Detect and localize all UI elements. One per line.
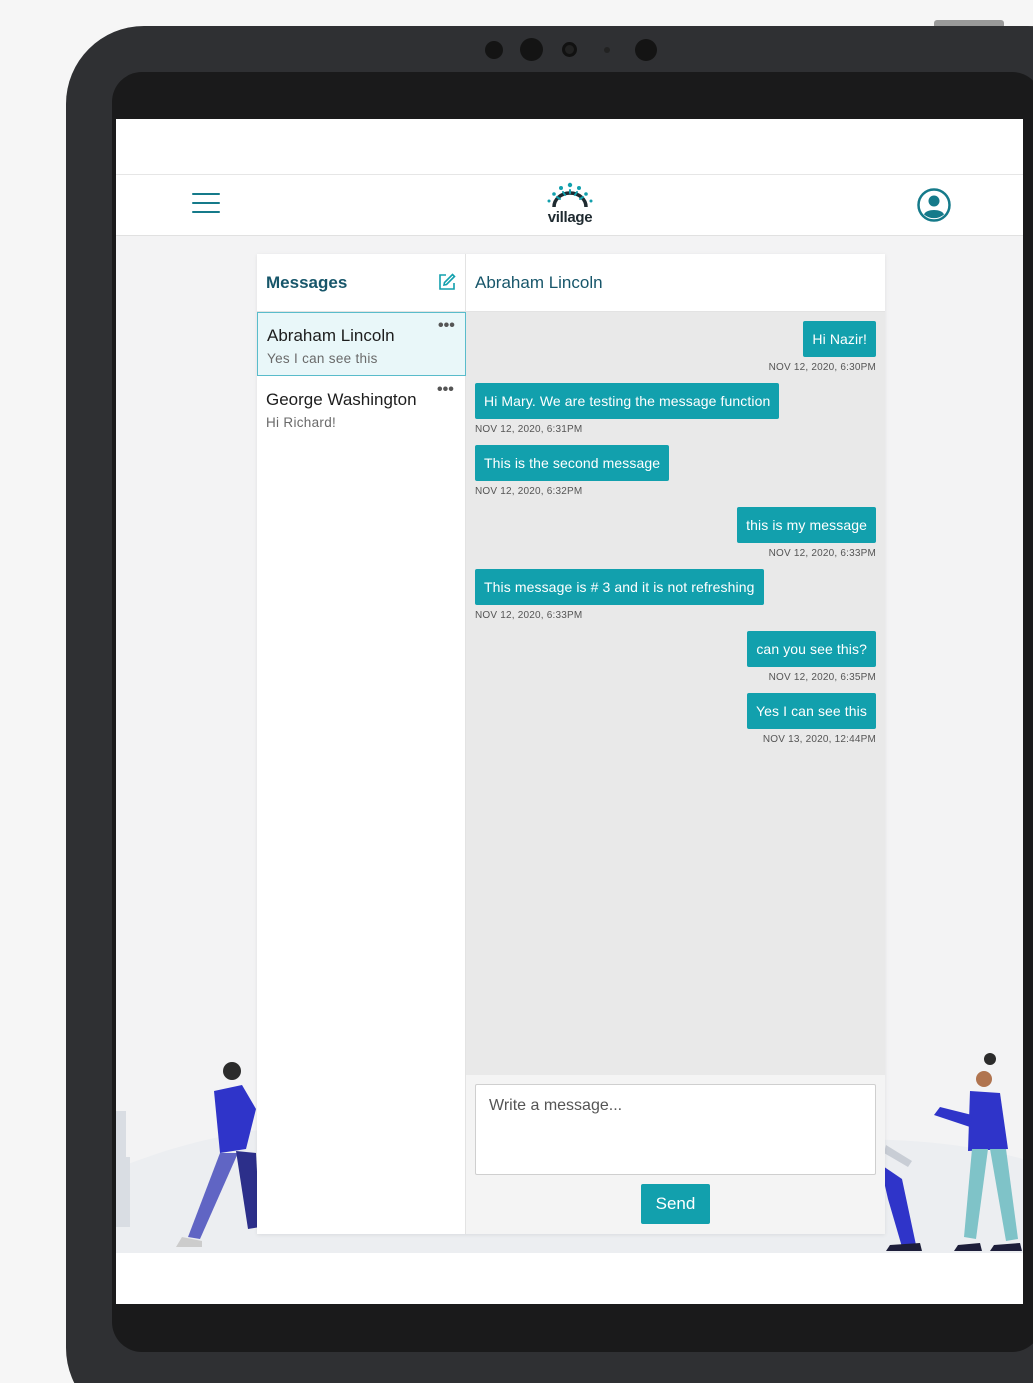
camera-dot: [635, 39, 657, 61]
messaging-panel: Messages Abraham Lincoln Yes I can see t…: [257, 254, 885, 1234]
sunrise-logo-icon: [547, 182, 593, 208]
conversation-preview: Hi Richard!: [266, 415, 337, 430]
message-outgoing: Yes I can see this NOV 13, 2020, 12:44PM: [746, 693, 876, 745]
camera-lens: [562, 42, 577, 57]
device-mockup: village Messages Abraham Lincoln Yes I c…: [0, 0, 1033, 1383]
message-incoming: This message is # 3 and it is not refres…: [475, 569, 764, 621]
top-navigation-bar: village: [116, 175, 1023, 236]
message-bubble: can you see this?: [747, 631, 876, 667]
camera-dot: [520, 38, 543, 61]
ellipsis-icon[interactable]: •••: [437, 381, 454, 399]
message-timestamp: NOV 12, 2020, 6:35PM: [768, 672, 876, 683]
conversation-list: Messages Abraham Lincoln Yes I can see t…: [257, 254, 466, 1234]
message-timestamp: NOV 12, 2020, 6:30PM: [768, 362, 876, 373]
chat-contact-name: Abraham Lincoln: [475, 273, 603, 292]
compose-icon[interactable]: [437, 272, 457, 292]
chat-pane: Abraham Lincoln Hi Nazir! NOV 12, 2020, …: [466, 254, 885, 1234]
hamburger-menu-icon[interactable]: [192, 193, 220, 217]
conversation-name: George Washington: [266, 390, 417, 409]
message-composer: Send: [466, 1075, 885, 1234]
ellipsis-icon[interactable]: •••: [438, 317, 455, 335]
camera-dot: [604, 47, 610, 53]
status-strip: [116, 119, 1023, 175]
message-timestamp: NOV 12, 2020, 6:33PM: [768, 548, 876, 559]
chat-header: Abraham Lincoln: [466, 254, 885, 312]
message-outgoing: can you see this? NOV 12, 2020, 6:35PM: [747, 631, 876, 683]
message-bubble: Hi Mary. We are testing the message func…: [475, 383, 780, 419]
message-outgoing: Hi Nazir! NOV 12, 2020, 6:30PM: [769, 321, 876, 373]
message-timestamp: NOV 12, 2020, 6:31PM: [475, 424, 583, 435]
send-button[interactable]: Send: [641, 1184, 710, 1224]
message-timestamp: NOV 12, 2020, 6:32PM: [475, 486, 583, 497]
logo-wordmark: village: [547, 209, 593, 226]
conversation-preview: Yes I can see this: [267, 351, 378, 366]
screen: village Messages Abraham Lincoln Yes I c…: [116, 119, 1023, 1304]
user-profile-icon[interactable]: [916, 187, 952, 223]
message-outgoing: this is my message NOV 12, 2020, 6:33PM: [737, 507, 876, 559]
conversation-item-abraham-lincoln[interactable]: Abraham Lincoln Yes I can see this •••: [257, 312, 466, 376]
message-bubble: This is the second message: [475, 445, 670, 481]
message-timestamp: NOV 13, 2020, 12:44PM: [762, 734, 876, 745]
message-input[interactable]: [475, 1084, 876, 1175]
message-incoming: This is the second message NOV 12, 2020,…: [475, 445, 670, 497]
message-thread[interactable]: Hi Nazir! NOV 12, 2020, 6:30PM Hi Mary. …: [466, 312, 885, 1075]
message-bubble: Yes I can see this: [746, 693, 876, 729]
message-timestamp: NOV 12, 2020, 6:33PM: [475, 610, 583, 621]
conversation-name: Abraham Lincoln: [267, 326, 395, 345]
message-incoming: Hi Mary. We are testing the message func…: [475, 383, 780, 435]
messages-heading: Messages: [266, 273, 348, 292]
conversation-list-header: Messages: [257, 254, 466, 312]
message-bubble: Hi Nazir!: [803, 321, 876, 357]
message-bubble: this is my message: [737, 507, 876, 543]
camera-dot: [485, 41, 503, 59]
conversation-item-george-washington[interactable]: George Washington Hi Richard! •••: [257, 377, 466, 441]
village-logo[interactable]: village: [540, 179, 600, 229]
message-bubble: This message is # 3 and it is not refres…: [475, 569, 764, 605]
bottom-strip: [116, 1253, 1023, 1304]
